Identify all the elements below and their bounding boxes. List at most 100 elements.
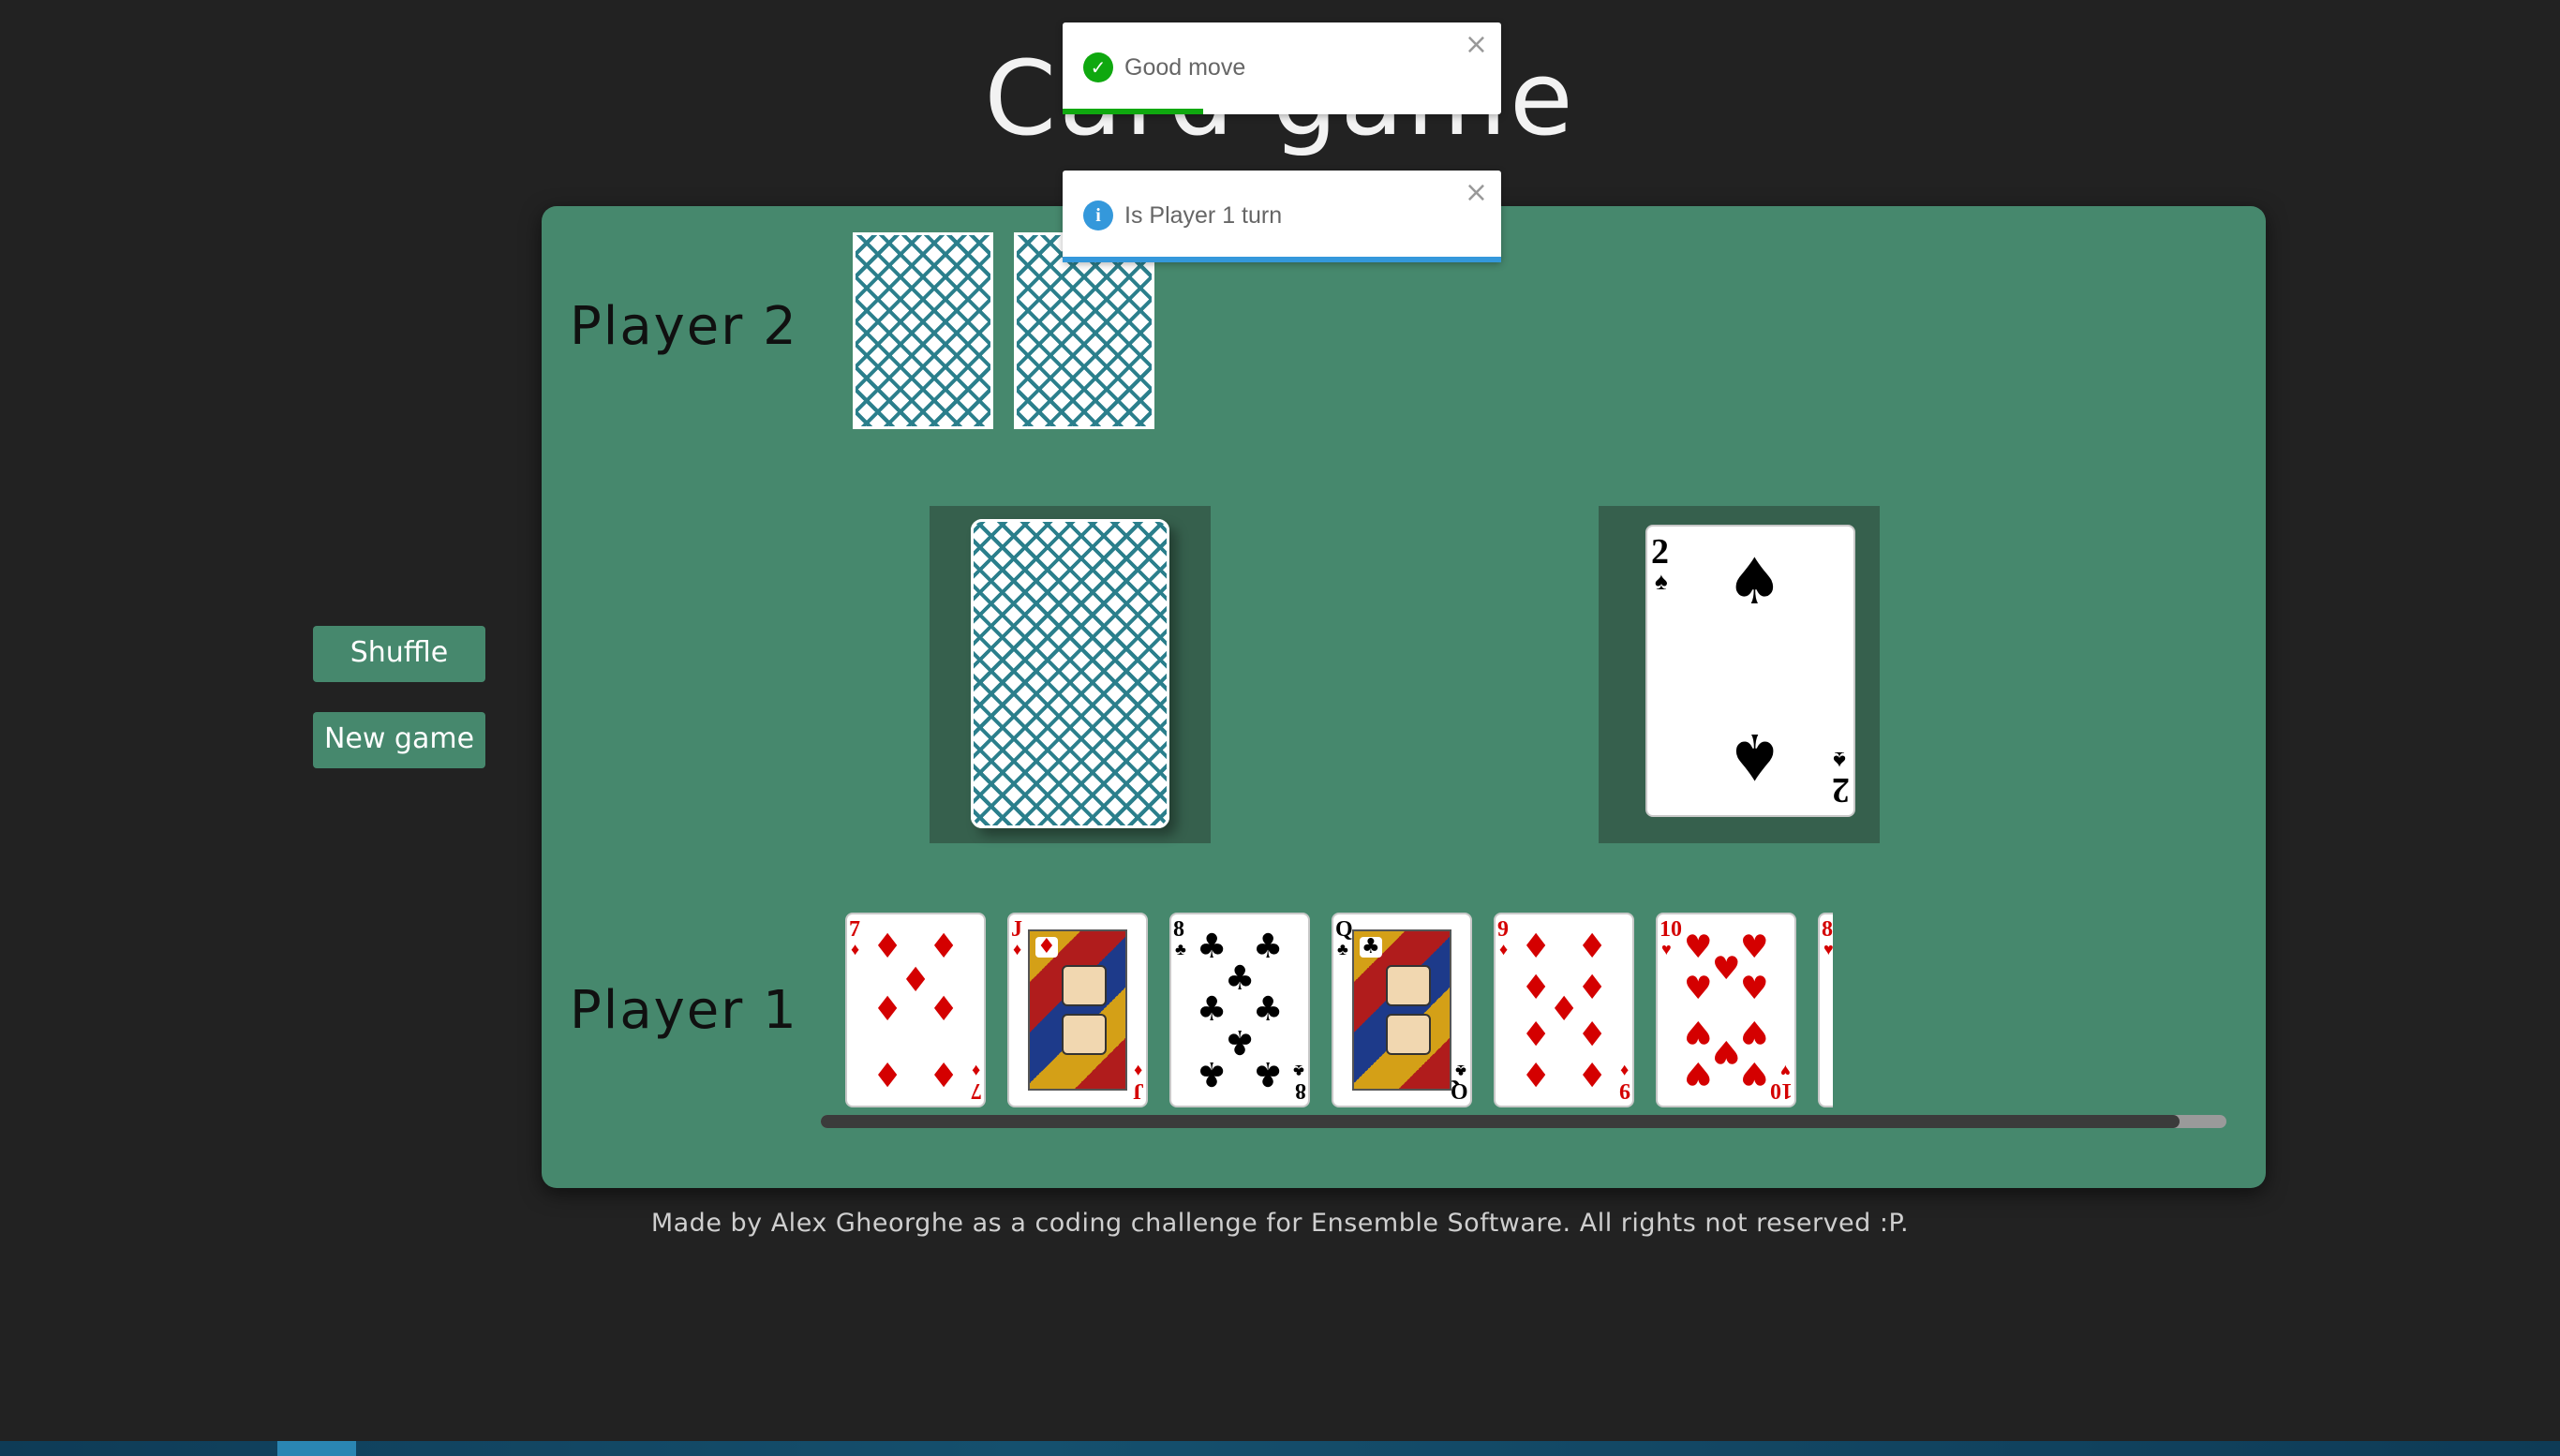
player1-label: Player 1 <box>570 980 798 1041</box>
suit-icon: ♣ <box>1253 928 1284 967</box>
hand-card[interactable]: Q ♣ Q ♣ ♣ <box>1332 913 1472 1107</box>
card-rank: 2 <box>1832 770 1850 810</box>
suit-icon: ♥ <box>1740 1012 1769 1050</box>
suit-icon: ♥ <box>1740 970 1769 1008</box>
shuffle-button[interactable]: Shuffle <box>313 626 485 682</box>
card-rank: J <box>1011 917 1022 942</box>
spade-icon: ♠ <box>1726 719 1783 793</box>
card-suit: ♣ <box>1293 1062 1304 1080</box>
card-suit: ♦ <box>1013 940 1022 958</box>
card-suit: ♦ <box>971 1062 980 1080</box>
card-suit: ♣ <box>1455 1062 1466 1080</box>
suit-icon: ♦ <box>1577 1053 1608 1092</box>
suit-icon: ♣ <box>1253 990 1284 1029</box>
card-suit: ♦ <box>1499 940 1509 958</box>
suit-icon: ♣ <box>1225 958 1256 998</box>
suit-icon: ♥ <box>1712 1032 1741 1070</box>
toast-info: i Is Player 1 turn × <box>1063 171 1501 262</box>
card-suit: ♦ <box>851 940 860 958</box>
card-rank: 10 <box>1660 917 1682 942</box>
face-portrait <box>1386 1014 1431 1055</box>
face-portrait <box>1386 965 1431 1006</box>
hand-scrollbar[interactable] <box>821 1115 2226 1128</box>
hand-card[interactable]: 9 ♦ 9 ♦ ♦ ♦ ♦ ♦ ♦ ♦ ♦ ♦ ♦ <box>1494 913 1634 1107</box>
card-rank: 10 <box>1770 1078 1793 1103</box>
footer-credit: Made by Alex Gheorghe as a coding challe… <box>650 1209 1910 1238</box>
hand-card[interactable]: J ♦ J ♦ ♦ <box>1007 913 1148 1107</box>
suit-icon: ♦ <box>1521 969 1552 1008</box>
game-table: Player 2 2 ♠ ♠ ♠ ♠ 2 Player 1 7 ♦ 7 ♦ ♦ ♦ ♦ ♦ ♦ ♦… <box>542 206 2266 1188</box>
suit-icon: ♦ <box>1577 928 1608 967</box>
suit-icon: ♦ <box>1577 969 1608 1008</box>
suit-icon: ♦ <box>1521 928 1552 967</box>
suit-icon: ♦ <box>929 990 960 1029</box>
card-rank: Q <box>1451 1078 1468 1103</box>
card-rank: 8 <box>1173 917 1184 942</box>
toast-progress <box>1063 109 1203 114</box>
toast-message: Good move <box>1124 54 1246 81</box>
suit-icon: ♦ <box>1521 1053 1552 1092</box>
suit-icon: ♣ <box>1197 990 1228 1029</box>
card-suit: ♥ <box>1780 1062 1791 1080</box>
toast-success: ✓ Good move × <box>1063 22 1501 114</box>
close-icon[interactable]: × <box>1465 28 1488 62</box>
suit-icon: ♣ <box>1253 1053 1284 1092</box>
draw-pile-slot <box>930 506 1211 843</box>
suit-icon: ♦ <box>1035 935 1058 958</box>
discard-pile-card[interactable]: 2 ♠ ♠ ♠ ♠ 2 <box>1645 525 1855 817</box>
suit-icon: ♦ <box>872 1053 903 1092</box>
hand-card[interactable]: 8♥8♥♥♥♥♥♥♥♥♥ <box>1818 913 1833 1107</box>
card-suit: ♦ <box>1133 1062 1142 1080</box>
suit-icon: ♦ <box>1521 1012 1552 1051</box>
close-icon[interactable]: × <box>1465 176 1488 210</box>
suit-icon: ♦ <box>872 928 903 967</box>
face-card-art: ♣ <box>1352 929 1451 1091</box>
draw-pile-card[interactable] <box>971 519 1169 828</box>
face-portrait <box>1062 965 1107 1006</box>
card-suit: ♠ <box>1655 568 1668 595</box>
card-rank: 7 <box>849 917 860 942</box>
taskbar-active-item[interactable] <box>277 1441 356 1456</box>
card-rank: 7 <box>971 1078 982 1103</box>
player2-label: Player 2 <box>570 296 798 357</box>
card-suit: ♠ <box>1833 747 1846 774</box>
player2-card-back <box>853 232 993 429</box>
card-rank: 9 <box>1497 917 1509 942</box>
card-suit: ♦ <box>1619 1062 1629 1080</box>
suit-icon: ♥ <box>1684 970 1713 1008</box>
taskbar <box>0 1441 2560 1456</box>
new-game-button[interactable]: New game <box>313 712 485 768</box>
card-rank: 2 <box>1651 532 1669 572</box>
suit-icon: ♦ <box>929 1053 960 1092</box>
hand-card[interactable]: 8 ♣ 8 ♣ ♣ ♣ ♣ ♣ ♣ ♣ ♣ ♣ <box>1169 913 1310 1107</box>
card-suit: ♥ <box>1823 940 1833 958</box>
toast-progress <box>1063 257 1501 262</box>
suit-icon: ♦ <box>900 960 931 1000</box>
hand-scrollbar-thumb[interactable] <box>821 1115 2180 1128</box>
card-rank: Q <box>1335 917 1353 942</box>
suit-icon: ♥ <box>1740 929 1769 967</box>
suit-icon: ♥ <box>1684 1053 1713 1092</box>
suit-icon: ♥ <box>1684 1012 1713 1050</box>
face-portrait <box>1062 1014 1107 1055</box>
hand-card[interactable]: 7 ♦ 7 ♦ ♦ ♦ ♦ ♦ ♦ ♦ ♦ <box>845 913 986 1107</box>
check-circle-icon: ✓ <box>1083 52 1113 82</box>
card-rank: 8 <box>1822 917 1833 942</box>
discard-pile-slot: 2 ♠ ♠ ♠ ♠ 2 <box>1599 506 1880 843</box>
spade-icon: ♠ <box>1726 545 1783 619</box>
hand-card[interactable]: 10 ♥ 10 ♥ ♥ ♥ ♥ ♥ ♥ ♥ ♥ ♥ ♥ ♥ <box>1656 913 1796 1107</box>
player1-hand: 7 ♦ 7 ♦ ♦ ♦ ♦ ♦ ♦ ♦ ♦ J ♦ J ♦ ♦ 8 ♣ 8 ♣ ♣ ♣ ♣ ♣ ♣ ♣ ♣ ♣ Q ♣ Q ♣ ♣ 9 ♦ 9 ♦ ♦ ♦ ♦… <box>841 913 1833 1109</box>
info-circle-icon: i <box>1083 201 1113 230</box>
card-suit: ♣ <box>1175 940 1186 958</box>
card-suit: ♣ <box>1337 940 1348 958</box>
face-card-art: ♦ <box>1028 929 1127 1091</box>
card-rank: 8 <box>1295 1078 1306 1103</box>
suit-icon: ♥ <box>1740 1053 1769 1092</box>
suit-icon: ♣ <box>1197 1053 1228 1092</box>
card-rank: 9 <box>1619 1078 1630 1103</box>
suit-icon: ♣ <box>1360 935 1382 958</box>
suit-icon: ♦ <box>1577 1012 1608 1051</box>
card-suit: ♥ <box>1661 940 1672 958</box>
suit-icon: ♣ <box>1225 1022 1256 1062</box>
suit-icon: ♥ <box>1712 950 1741 988</box>
